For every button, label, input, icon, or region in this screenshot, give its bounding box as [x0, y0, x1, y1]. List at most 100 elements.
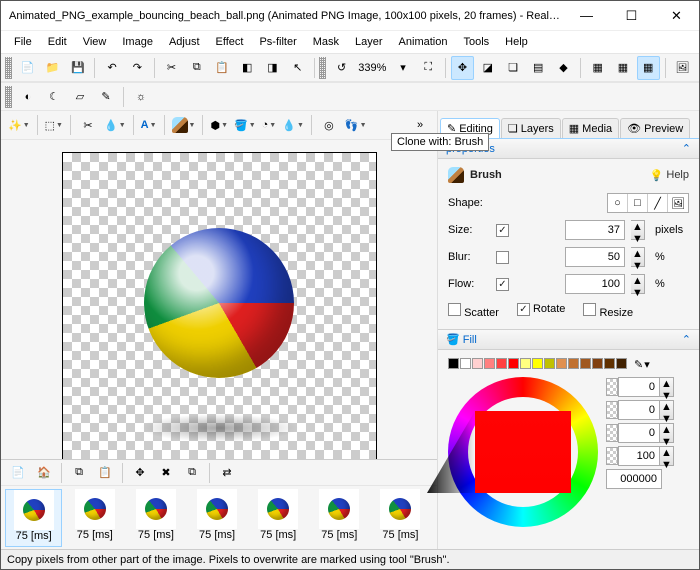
shape-image[interactable]: 🖼	[668, 194, 688, 212]
stamp-tool[interactable]: 👣▼	[342, 113, 370, 137]
size-spinner[interactable]: ▲▼	[631, 220, 645, 240]
shape-tool[interactable]: ⬢▼	[207, 113, 231, 137]
swatch[interactable]	[460, 358, 471, 369]
frame[interactable]: 75 [ms]	[250, 489, 307, 547]
hex-input[interactable]	[606, 469, 662, 489]
zoom-dropdown[interactable]: ▾	[391, 56, 414, 80]
help-link[interactable]: 💡 Help	[650, 169, 689, 182]
frame-paste-button[interactable]: 📋	[93, 461, 117, 485]
menu-animation[interactable]: Animation	[392, 34, 455, 50]
grid3-icon[interactable]: ▦	[637, 56, 660, 80]
brush-tool[interactable]: ▼	[169, 113, 199, 137]
menu-view[interactable]: View	[76, 34, 114, 50]
smudge-tool[interactable]: 💧▼	[279, 113, 307, 137]
menu-ps-filter[interactable]: Ps-filter	[252, 34, 303, 50]
crescent-button[interactable]: ☾	[42, 85, 66, 109]
channel-2-input[interactable]	[618, 423, 660, 443]
flow-input[interactable]	[565, 274, 625, 294]
open-button[interactable]: 📁	[41, 56, 64, 80]
paste-button[interactable]: 📋	[210, 56, 233, 80]
menu-help[interactable]: Help	[498, 34, 535, 50]
frame-home-button[interactable]: 🏠	[32, 461, 56, 485]
swatch[interactable]	[604, 358, 615, 369]
minimize-button[interactable]: —	[564, 1, 609, 30]
menu-effect[interactable]: Effect	[209, 34, 251, 50]
fill-tool[interactable]: 🪣▼	[231, 113, 259, 137]
menu-layer[interactable]: Layer	[348, 34, 390, 50]
rotate-checkbox[interactable]	[517, 303, 530, 316]
eraser-button[interactable]: ▱	[68, 85, 92, 109]
frame-insert-button[interactable]: ✥	[128, 461, 152, 485]
swatch[interactable]	[616, 358, 627, 369]
layers-button[interactable]: ❏	[501, 56, 524, 80]
rotate-ccw-button[interactable]: ↺	[330, 56, 353, 80]
menu-tools[interactable]: Tools	[456, 34, 496, 50]
swatch[interactable]	[580, 358, 591, 369]
new-button[interactable]: 📄	[16, 56, 39, 80]
maximize-button[interactable]: ☐	[609, 1, 654, 30]
target-tool[interactable]: ◎	[317, 113, 341, 137]
canvas[interactable]	[62, 152, 377, 459]
zoom-value[interactable]: 339%	[354, 62, 390, 74]
color-triangle[interactable]	[475, 411, 571, 493]
swatch[interactable]	[544, 358, 555, 369]
frame[interactable]: 75 [ms]	[66, 489, 123, 547]
blur-spinner[interactable]: ▲▼	[631, 247, 645, 267]
shape-circle[interactable]: ○	[608, 194, 628, 212]
swatch[interactable]	[508, 358, 519, 369]
channel-bar-0[interactable]	[606, 378, 618, 396]
size-checkbox[interactable]	[496, 224, 509, 237]
toolbar-grip-3[interactable]	[5, 86, 12, 108]
pencil-button[interactable]: ✎	[94, 85, 118, 109]
toolbar-grip-2[interactable]	[319, 57, 326, 79]
grid2-icon[interactable]: ▦	[611, 56, 634, 80]
frame-fx-button[interactable]: ⇄	[215, 461, 239, 485]
swatch[interactable]	[472, 358, 483, 369]
resize-checkbox[interactable]	[583, 303, 596, 316]
effect-button[interactable]: ◆	[552, 56, 575, 80]
frame[interactable]: 75 [ms]	[372, 489, 429, 547]
move-tool[interactable]: ✥	[451, 56, 474, 80]
frame[interactable]: 75 [ms]	[189, 489, 246, 547]
tab-preview[interactable]: 👁 Preview	[620, 118, 690, 138]
collapse-icon[interactable]: ⌃	[682, 142, 691, 155]
frame-add-button[interactable]: 📄	[6, 461, 30, 485]
tab-media[interactable]: ▦ Media	[562, 118, 619, 138]
undo-button[interactable]: ↶	[100, 56, 123, 80]
select-rect-tool[interactable]: ⬚▼	[42, 113, 66, 137]
pic-button[interactable]: 🖼	[671, 56, 694, 80]
close-button[interactable]: ✕	[654, 1, 699, 30]
toolbar-grip[interactable]	[5, 57, 12, 79]
text-tool[interactable]: A▼	[138, 113, 160, 137]
select-arrow-button[interactable]: ↖	[286, 56, 309, 80]
fit-button[interactable]: ⛶	[417, 56, 440, 80]
tool-a[interactable]: ◧	[236, 56, 259, 80]
menu-file[interactable]: File	[7, 34, 39, 50]
swatch[interactable]	[556, 358, 567, 369]
frame-dup-button[interactable]: ⧉	[180, 461, 204, 485]
canvas-viewport[interactable]	[1, 140, 437, 459]
shape-square[interactable]: □	[628, 194, 648, 212]
save-button[interactable]: 💾	[66, 56, 89, 80]
shape-diagonal[interactable]: ╱	[648, 194, 668, 212]
swatch[interactable]	[520, 358, 531, 369]
sun-button[interactable]: ☼	[129, 85, 153, 109]
channel-bar-2[interactable]	[606, 424, 618, 442]
grid1-icon[interactable]: ▦	[586, 56, 609, 80]
menu-mask[interactable]: Mask	[306, 34, 346, 50]
cut-tool[interactable]: ✂	[76, 113, 100, 137]
redo-button[interactable]: ↷	[126, 56, 149, 80]
size-input[interactable]	[565, 220, 625, 240]
channel-bar-1[interactable]	[606, 401, 618, 419]
tab-layers[interactable]: ❏ Layers	[501, 118, 561, 138]
copy-button[interactable]: ⧉	[185, 56, 208, 80]
swatch[interactable]	[484, 358, 495, 369]
tool-b[interactable]: ◨	[261, 56, 284, 80]
fill-header[interactable]: 🪣 Fill ⌃	[438, 329, 699, 350]
menu-adjust[interactable]: Adjust	[162, 34, 207, 50]
spinner-icon[interactable]: ▲▼	[660, 377, 674, 397]
flow-checkbox[interactable]	[496, 278, 509, 291]
wand-tool[interactable]: ✨▼	[5, 113, 33, 137]
swatch-menu[interactable]: ▾	[644, 358, 650, 371]
menu-edit[interactable]: Edit	[41, 34, 74, 50]
